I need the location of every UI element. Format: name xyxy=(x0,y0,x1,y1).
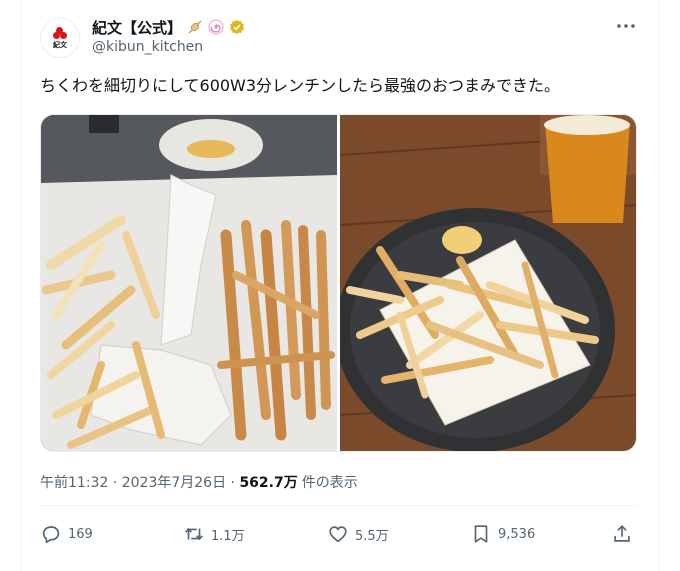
reply-button[interactable]: 169 xyxy=(40,521,93,547)
meta-separator: · xyxy=(226,475,240,491)
bookmark-button[interactable]: 9,536 xyxy=(470,521,535,547)
repost-button[interactable]: 1.1万 xyxy=(183,521,245,547)
view-count-label: 件の表示 xyxy=(301,475,358,491)
reply-icon xyxy=(42,526,60,544)
author-name-row: 紀文【公式】 xyxy=(92,17,245,37)
tweet-text: ちくわを細切りにして600W3分レンチンしたら最強のおつまみできた。 xyxy=(40,76,561,95)
tweet-meta: 午前11:32 · 2023年7月26日 · 562.7万 件の表示 xyxy=(40,472,358,492)
reply-count: 169 xyxy=(68,526,93,542)
tweet-media[interactable] xyxy=(40,114,637,452)
divider xyxy=(40,505,637,506)
avatar[interactable]: 紀文 xyxy=(40,18,80,58)
kibun-logo-icon xyxy=(53,26,67,39)
action-bar: 169 1.1万 5.5万 9,536 xyxy=(40,521,637,547)
photo-chikuwa-with-beer[interactable] xyxy=(340,115,636,451)
bookmark-icon xyxy=(474,525,488,543)
author-display-name[interactable]: 紀文【公式】 xyxy=(92,17,182,38)
more-icon[interactable] xyxy=(614,16,638,36)
view-count: 562.7万 xyxy=(239,475,298,491)
repost-icon xyxy=(185,527,203,541)
share-icon xyxy=(614,525,630,542)
tweet-date[interactable]: 2023年7月26日 xyxy=(122,472,226,492)
avatar-brand-text: 紀文 xyxy=(53,40,67,49)
tweet-time[interactable]: 午前11:32 xyxy=(40,472,108,492)
verified-badge-icon[interactable] xyxy=(229,19,245,35)
like-count: 5.5万 xyxy=(355,528,389,544)
like-icon xyxy=(329,526,347,543)
chikuwa-skewer-icon xyxy=(187,19,203,35)
repost-count: 1.1万 xyxy=(211,528,245,544)
share-button[interactable] xyxy=(611,521,633,547)
like-button[interactable]: 5.5万 xyxy=(327,521,389,547)
photo-chikuwa-on-towel[interactable] xyxy=(41,115,337,451)
meta-separator: · xyxy=(108,475,122,491)
bookmark-count: 9,536 xyxy=(498,526,536,542)
naruto-icon xyxy=(208,19,224,35)
author-handle[interactable]: @kibun_kitchen xyxy=(92,39,203,55)
